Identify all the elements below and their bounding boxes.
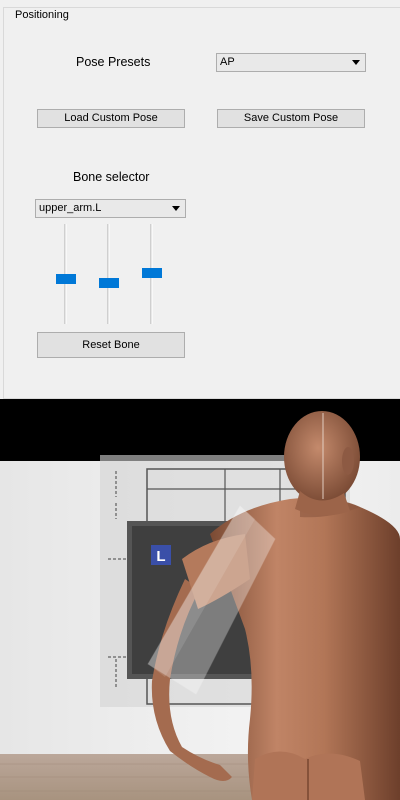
slider-track <box>107 224 110 324</box>
slider-handle[interactable] <box>56 274 76 284</box>
pose-presets-label: Pose Presets <box>76 55 151 69</box>
load-custom-pose-button[interactable]: Load Custom Pose <box>37 109 185 128</box>
chevron-down-icon <box>172 206 180 211</box>
group-title: Positioning <box>12 8 72 22</box>
bone-selector-label: Bone selector <box>73 170 150 184</box>
3d-viewport[interactable]: L <box>0 399 400 800</box>
bone-selector-dropdown[interactable]: upper_arm.L <box>35 199 186 218</box>
bone-slider-z[interactable] <box>142 224 162 324</box>
bone-slider-y[interactable] <box>99 224 119 324</box>
pose-presets-dropdown[interactable]: AP <box>216 53 366 72</box>
pose-presets-value: AP <box>220 56 235 68</box>
bone-selector-value: upper_arm.L <box>39 202 102 214</box>
bone-slider-x[interactable] <box>56 224 76 324</box>
save-custom-pose-button[interactable]: Save Custom Pose <box>217 109 365 128</box>
slider-handle[interactable] <box>99 278 119 288</box>
slider-handle[interactable] <box>142 268 162 278</box>
detector-marker-label: L <box>156 548 165 565</box>
reset-bone-button[interactable]: Reset Bone <box>37 332 185 358</box>
chevron-down-icon <box>352 60 360 65</box>
